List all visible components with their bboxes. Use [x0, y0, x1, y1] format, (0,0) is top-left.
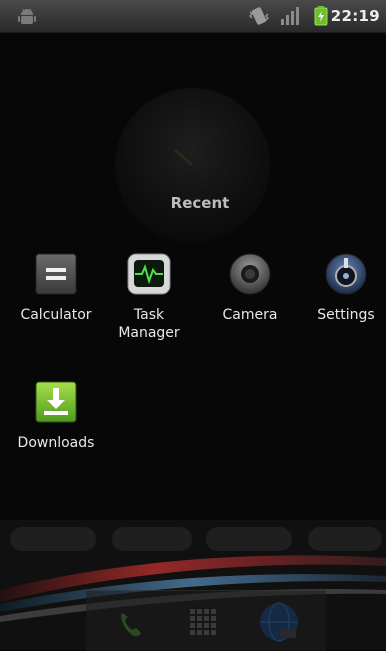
dimmed-dock: [86, 590, 326, 651]
android-icon: [18, 8, 36, 24]
recent-app-settings[interactable]: Settings: [298, 250, 386, 324]
task-manager-icon: [127, 253, 171, 295]
recent-title: Recent: [170, 194, 230, 212]
battery-charging-icon: [314, 6, 328, 26]
camera-icon: [229, 253, 271, 295]
status-bar: 22:19: [0, 0, 386, 33]
recent-app-label: Camera: [222, 307, 278, 323]
recent-app-task-manager[interactable]: Task Manager: [101, 250, 197, 342]
browser-icon: [260, 602, 298, 642]
recent-app-label: Downloads: [17, 435, 95, 451]
vibrate-icon: [249, 7, 269, 25]
recent-app-camera[interactable]: Camera: [202, 250, 298, 324]
dimmed-homescreen-labels: [0, 527, 386, 553]
background-clock-widget: [115, 88, 270, 243]
recent-app-label: Task Manager: [118, 307, 180, 341]
status-clock: 22:19: [330, 7, 380, 25]
recent-app-label: Calculator: [20, 307, 92, 323]
calculator-icon: [35, 253, 77, 295]
recent-app-downloads[interactable]: Downloads: [8, 378, 104, 452]
settings-icon: [325, 253, 367, 295]
recent-app-label: Settings: [317, 307, 375, 323]
downloads-icon: [35, 381, 77, 423]
recent-app-calculator[interactable]: Calculator: [8, 250, 104, 324]
app-drawer-icon: [190, 609, 216, 635]
signal-icon: [281, 7, 299, 25]
phone-icon: [121, 613, 141, 637]
